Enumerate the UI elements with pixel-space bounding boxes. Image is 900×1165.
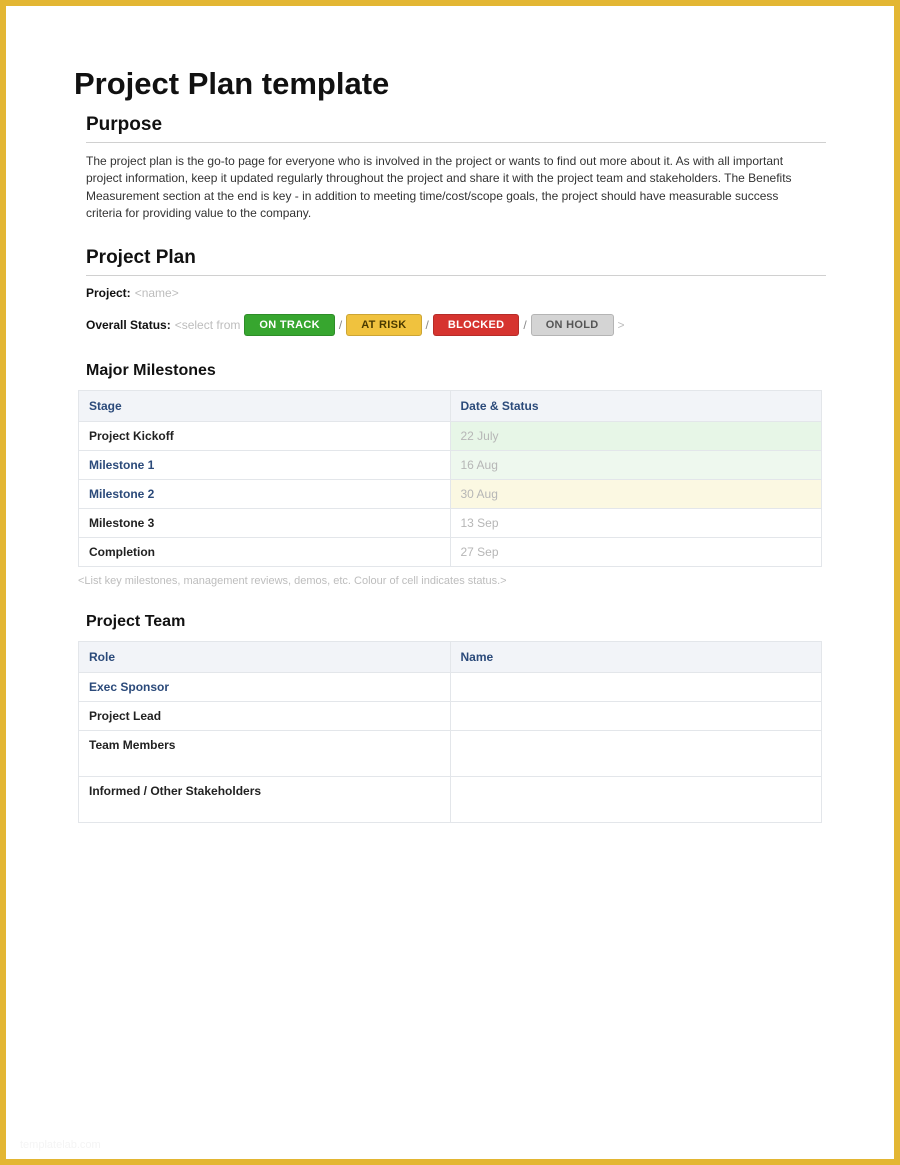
status-suffix: > bbox=[618, 318, 625, 332]
milestones-col-stage: Stage bbox=[79, 390, 451, 421]
table-row: Project Kickoff22 July bbox=[79, 421, 822, 450]
milestones-table: Stage Date & Status Project Kickoff22 Ju… bbox=[78, 390, 822, 567]
milestone-date: 30 Aug bbox=[450, 479, 822, 508]
team-name[interactable] bbox=[450, 730, 822, 776]
table-row: Milestone 230 Aug bbox=[79, 479, 822, 508]
milestone-date: 16 Aug bbox=[450, 450, 822, 479]
overall-status-row: Overall Status: <select from ON TRACK / … bbox=[86, 314, 826, 336]
status-on-track[interactable]: ON TRACK bbox=[244, 314, 334, 336]
milestone-date: 13 Sep bbox=[450, 508, 822, 537]
project-plan-heading: Project Plan bbox=[86, 247, 826, 276]
team-col-name: Name bbox=[450, 641, 822, 672]
team-name[interactable] bbox=[450, 672, 822, 701]
purpose-body: The project plan is the go-to page for e… bbox=[86, 153, 814, 223]
team-table: Role Name Exec SponsorProject LeadTeam M… bbox=[78, 641, 822, 823]
milestone-stage: Project Kickoff bbox=[79, 421, 451, 450]
table-row: Project Lead bbox=[79, 701, 822, 730]
team-role: Project Lead bbox=[79, 701, 451, 730]
status-prefix: <select from bbox=[175, 318, 241, 332]
team-heading: Project Team bbox=[86, 613, 826, 631]
status-on-hold[interactable]: ON HOLD bbox=[531, 314, 614, 336]
team-name[interactable] bbox=[450, 776, 822, 822]
team-col-role: Role bbox=[79, 641, 451, 672]
table-row: Milestone 313 Sep bbox=[79, 508, 822, 537]
status-sep-2: / bbox=[426, 318, 429, 332]
milestone-stage[interactable]: Milestone 2 bbox=[79, 479, 451, 508]
milestones-heading: Major Milestones bbox=[86, 362, 826, 380]
status-sep-3: / bbox=[523, 318, 526, 332]
milestones-col-date: Date & Status bbox=[450, 390, 822, 421]
table-row: Completion27 Sep bbox=[79, 537, 822, 566]
table-row: Milestone 116 Aug bbox=[79, 450, 822, 479]
status-sep-1: / bbox=[339, 318, 342, 332]
status-blocked[interactable]: BLOCKED bbox=[433, 314, 520, 336]
watermark: templatelab.com bbox=[20, 1139, 101, 1151]
document-title: Project Plan template bbox=[74, 66, 826, 102]
purpose-heading: Purpose bbox=[86, 114, 826, 143]
team-role: Informed / Other Stakeholders bbox=[79, 776, 451, 822]
milestone-stage: Milestone 3 bbox=[79, 508, 451, 537]
project-label: Project: bbox=[86, 286, 131, 300]
team-name[interactable] bbox=[450, 701, 822, 730]
project-value[interactable]: <name> bbox=[135, 286, 179, 300]
team-role: Team Members bbox=[79, 730, 451, 776]
milestone-date: 22 July bbox=[450, 421, 822, 450]
milestone-stage[interactable]: Milestone 1 bbox=[79, 450, 451, 479]
table-row: Team Members bbox=[79, 730, 822, 776]
milestones-footnote: <List key milestones, management reviews… bbox=[78, 575, 826, 587]
table-row: Informed / Other Stakeholders bbox=[79, 776, 822, 822]
table-row: Exec Sponsor bbox=[79, 672, 822, 701]
milestone-stage: Completion bbox=[79, 537, 451, 566]
overall-status-label: Overall Status: bbox=[86, 318, 171, 332]
project-field-row: Project: <name> bbox=[86, 286, 826, 300]
team-role: Exec Sponsor bbox=[79, 672, 451, 701]
status-at-risk[interactable]: AT RISK bbox=[346, 314, 421, 336]
milestone-date: 27 Sep bbox=[450, 537, 822, 566]
document-page: Project Plan template Purpose The projec… bbox=[6, 6, 894, 1159]
